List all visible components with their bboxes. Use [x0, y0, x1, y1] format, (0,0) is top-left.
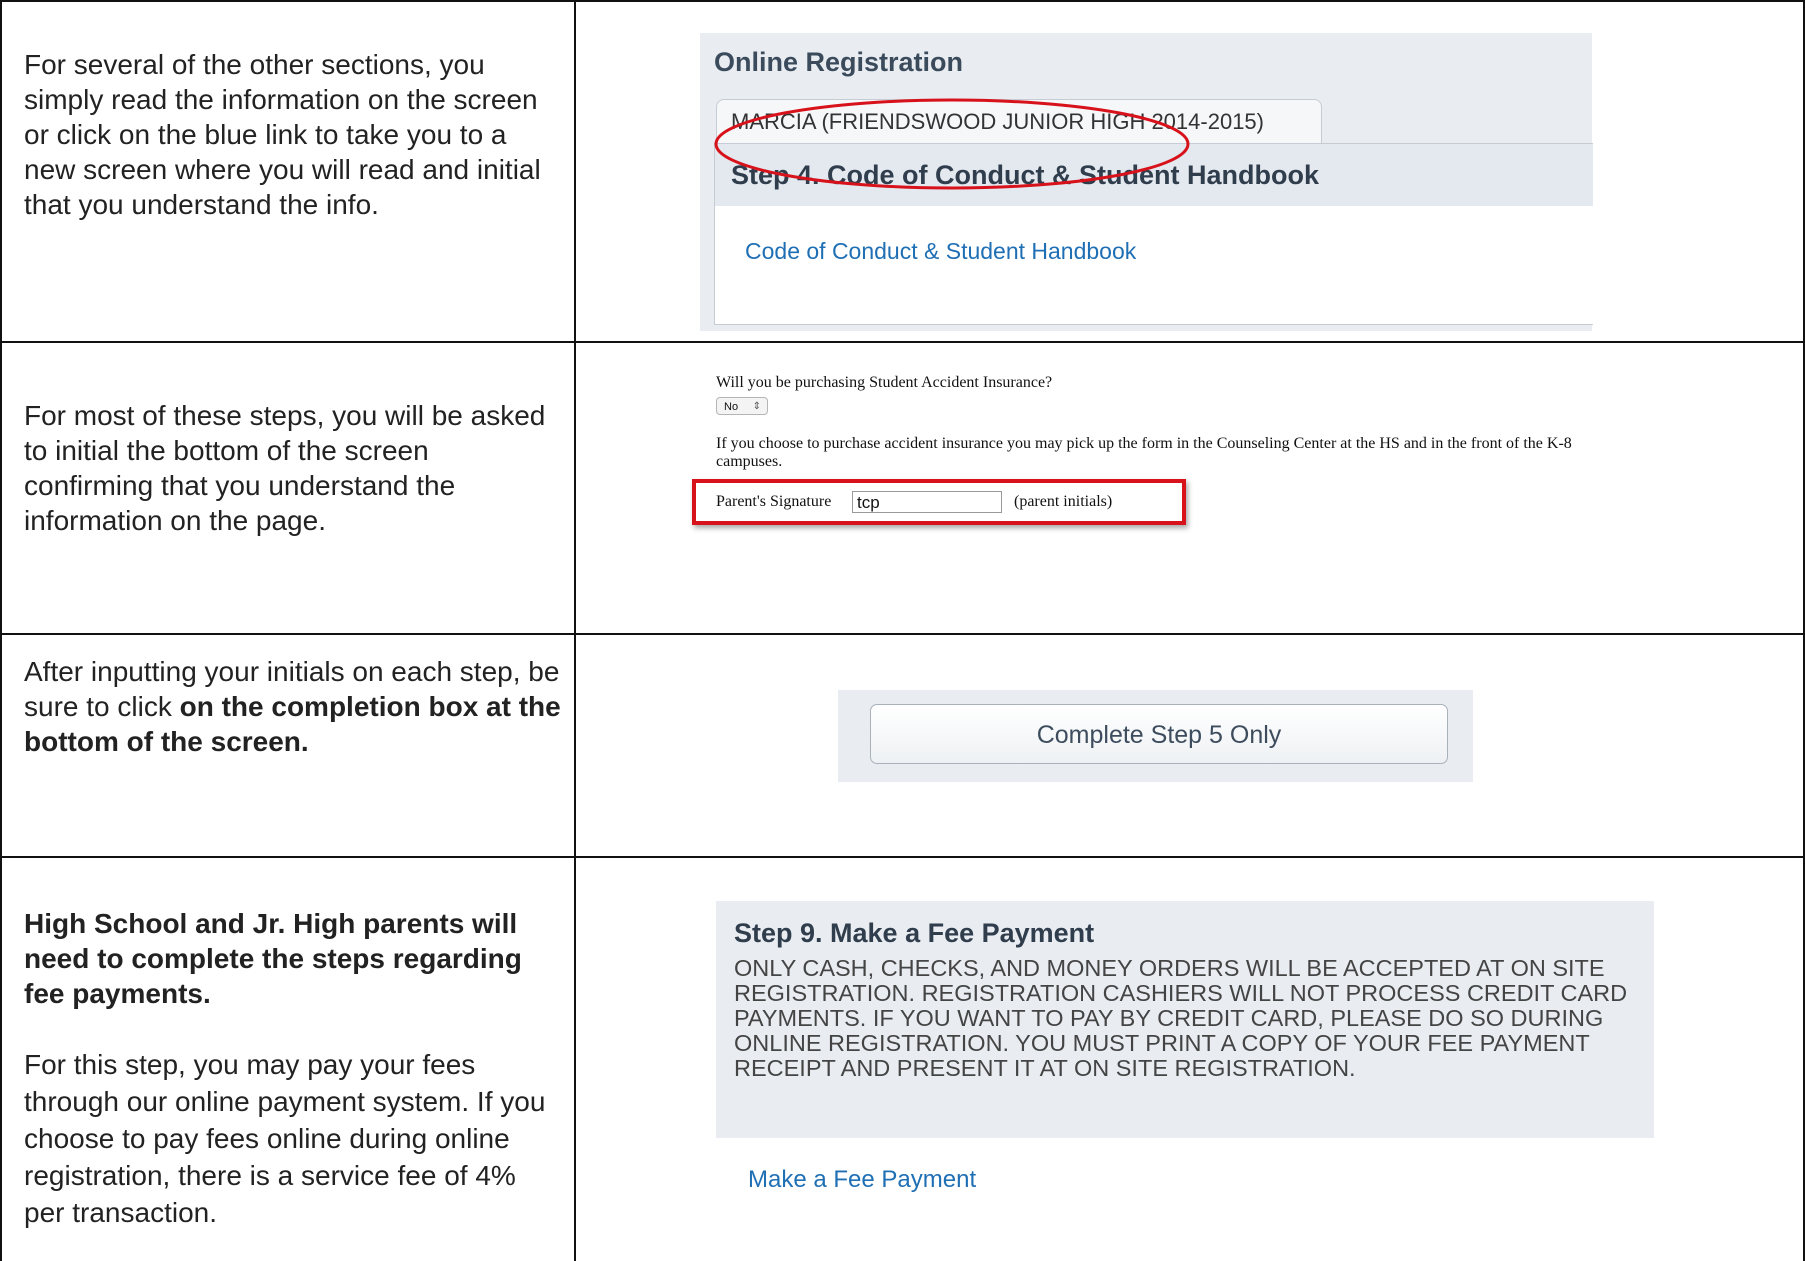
row1-text: For several of the other sections, you s… [24, 49, 541, 220]
complete-step-screenshot: Complete Step 5 Only [838, 690, 1473, 782]
row4-instruction: High School and Jr. High parents will ne… [24, 906, 564, 1231]
row3-instruction: After inputting your initials on each st… [24, 654, 564, 759]
insurance-select[interactable]: No ⇕ [716, 397, 768, 415]
code-of-conduct-link[interactable]: Code of Conduct & Student Handbook [745, 238, 1136, 265]
row-divider [0, 633, 1805, 635]
row-divider [0, 856, 1805, 858]
fee-notice: ONLY CASH, CHECKS, AND MONEY ORDERS WILL… [734, 955, 1628, 1081]
row1-instruction: For several of the other sections, you s… [24, 47, 564, 222]
row2-instruction: For most of these steps, you will be ask… [24, 398, 564, 538]
row-divider [0, 341, 1805, 343]
row4-text: For this step, you may pay your fees thr… [24, 1049, 546, 1228]
red-box-highlight [692, 479, 1186, 525]
complete-step-button[interactable]: Complete Step 5 Only [870, 704, 1448, 764]
insurance-select-value: No [724, 401, 739, 413]
online-registration-screenshot: Online Registration MARCIA (FRIENDSWOOD … [700, 33, 1593, 331]
insurance-question: Will you be purchasing Student Accident … [716, 374, 1053, 391]
row2-text: For most of these steps, you will be ask… [24, 400, 546, 536]
row3-text: After inputting your initials on each st… [24, 654, 564, 759]
insurance-info: If you choose to purchase accident insur… [716, 435, 1572, 470]
table-border-top [0, 0, 1805, 2]
insurance-form-screenshot: Will you be purchasing Student Accident … [690, 372, 1690, 542]
column-divider [574, 0, 576, 1261]
make-fee-payment-link[interactable]: Make a Fee Payment [748, 1166, 976, 1194]
table-border-left [0, 0, 2, 1261]
fee-payment-screenshot: Step 9. Make a Fee Payment ONLY CASH, CH… [716, 901, 1654, 1138]
row4-bold: High School and Jr. High parents will ne… [24, 908, 522, 1009]
red-circle-highlight [714, 98, 1190, 190]
online-registration-title: Online Registration [714, 47, 964, 77]
select-arrows-icon: ⇕ [752, 401, 761, 412]
row4-text-bold: High School and Jr. High parents will ne… [24, 906, 564, 1011]
fee-step-title: Step 9. Make a Fee Payment [734, 918, 1095, 948]
